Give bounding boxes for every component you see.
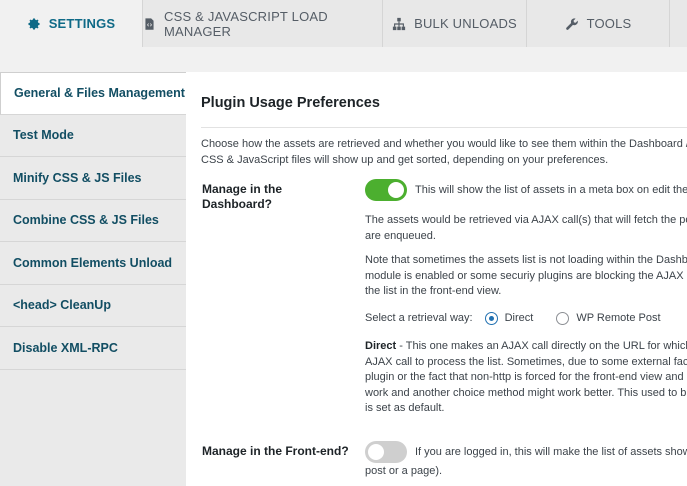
sidebar-item-label: Test Mode bbox=[13, 128, 74, 143]
note-line-3: the list in the front-end view. bbox=[365, 285, 502, 297]
direct-line-1-text: - This one makes an AJAX call directly o… bbox=[396, 340, 687, 352]
frontend-desc-line-2: post or a page). bbox=[365, 465, 443, 477]
tab-tools[interactable]: Tools bbox=[527, 0, 670, 47]
sidebar-item-common-elements[interactable]: Common Elements Unload bbox=[0, 242, 186, 285]
sidebar-item-label: Minify CSS & JS Files bbox=[13, 170, 142, 185]
direct-line-3: plugin or the fact that non-http is forc… bbox=[365, 371, 684, 383]
direct-line-4: work and another choice method might wor… bbox=[365, 386, 687, 399]
tab-settings-label: Settings bbox=[48, 16, 116, 31]
retrieval-way-row: Select a retrieval way: Direct WP Remote… bbox=[365, 310, 661, 326]
page-title: Plugin Usage Preferences bbox=[201, 95, 380, 111]
sitemap-icon bbox=[392, 17, 406, 30]
intro-line-2: CSS & JavaScript files will show up and … bbox=[201, 153, 609, 166]
direct-line-2: AJAX call to process the list. Sometimes… bbox=[365, 355, 687, 368]
dashboard-paragraph-note: Note that sometimes the assets list is n… bbox=[365, 253, 687, 300]
note-line-2: module is enabled or some securiy plugin… bbox=[365, 269, 687, 282]
sidebar-item-label: <head> CleanUp bbox=[13, 298, 111, 313]
tab-bulk-unloads[interactable]: Bulk Unloads bbox=[383, 0, 527, 47]
intro-text: Choose how the assets are retrieved and … bbox=[201, 137, 687, 168]
tab-overflow[interactable] bbox=[670, 0, 687, 47]
direct-description: Direct - This one makes an AJAX call dir… bbox=[365, 339, 687, 417]
dashboard-paragraph-ajax: The assets would be retrieved via AJAX c… bbox=[365, 213, 687, 244]
frontend-desc-line-1: If you are logged in, this will make the… bbox=[415, 446, 687, 458]
frontend-label: Manage in the Front-end? bbox=[202, 444, 349, 458]
sidebar-item-test-mode[interactable]: Test Mode bbox=[0, 115, 186, 157]
title-divider bbox=[201, 127, 687, 128]
radio-wp-remote-post[interactable] bbox=[556, 311, 570, 325]
sidebar-item-general-files[interactable]: General & Files Management bbox=[0, 72, 186, 115]
tab-tools-label: Tools bbox=[586, 16, 632, 31]
tab-settings[interactable]: Settings bbox=[0, 0, 143, 47]
dashboard-toggle[interactable] bbox=[365, 179, 407, 201]
gear-icon bbox=[28, 17, 40, 30]
note-line-1: Note that sometimes the assets list is n… bbox=[365, 254, 687, 266]
direct-line-5: is set as default. bbox=[365, 402, 445, 414]
tab-css-js-load-manager[interactable]: CSS & JavaScript Load Manager bbox=[143, 0, 383, 47]
settings-sidebar: General & Files Management Test Mode Min… bbox=[0, 72, 186, 486]
direct-bold: Direct bbox=[365, 340, 397, 352]
sidebar-item-label: Disable XML-RPC bbox=[13, 340, 118, 355]
retrieval-label: Select a retrieval way: bbox=[365, 312, 473, 324]
sidebar-item-combine[interactable]: Combine CSS & JS Files bbox=[0, 200, 186, 242]
dashboard-label-line-1: Manage in the bbox=[202, 182, 283, 196]
ajax-line-2: are enqueued. bbox=[365, 229, 436, 242]
sidebar-item-label: Common Elements Unload bbox=[13, 255, 173, 270]
radio-dot bbox=[488, 315, 494, 321]
radio-wp-remote-post-label[interactable]: WP Remote Post bbox=[576, 312, 660, 324]
sidebar-item-label: General & Files Management bbox=[14, 86, 185, 101]
tab-bulk-unloads-label: Bulk Unloads bbox=[414, 16, 517, 31]
code-file-icon bbox=[145, 17, 154, 30]
sidebar-item-disable-xmlrpc[interactable]: Disable XML-RPC bbox=[0, 327, 186, 370]
main-panel: Plugin Usage Preferences Choose how the … bbox=[186, 72, 687, 486]
dashboard-label-line-2: Dashboard? bbox=[202, 197, 273, 211]
top-tabs: Settings CSS & JavaScript Load Manager B… bbox=[0, 0, 687, 47]
wrench-icon bbox=[565, 17, 578, 30]
direct-line-1: Direct - This one makes an AJAX call dir… bbox=[365, 339, 687, 355]
radio-direct-label[interactable]: Direct bbox=[505, 312, 534, 324]
dashboard-toggle-desc: This will show the list of assets in a m… bbox=[415, 184, 687, 196]
radio-direct[interactable] bbox=[484, 311, 498, 325]
toggle-knob bbox=[388, 182, 404, 198]
intro-line-1: Choose how the assets are retrieved and … bbox=[201, 138, 687, 150]
sidebar-item-head-cleanup[interactable]: <head> CleanUp bbox=[0, 285, 186, 327]
ajax-line-1: The assets would be retrieved via AJAX c… bbox=[365, 214, 687, 226]
toggle-knob bbox=[368, 444, 384, 460]
frontend-toggle[interactable] bbox=[365, 441, 407, 463]
tab-css-js-label: CSS & JavaScript Load Manager bbox=[164, 8, 328, 39]
sidebar-item-label: Combine CSS & JS Files bbox=[13, 213, 159, 228]
dashboard-label: Manage in the Dashboard? bbox=[202, 182, 282, 212]
sidebar-item-minify[interactable]: Minify CSS & JS Files bbox=[0, 157, 186, 200]
